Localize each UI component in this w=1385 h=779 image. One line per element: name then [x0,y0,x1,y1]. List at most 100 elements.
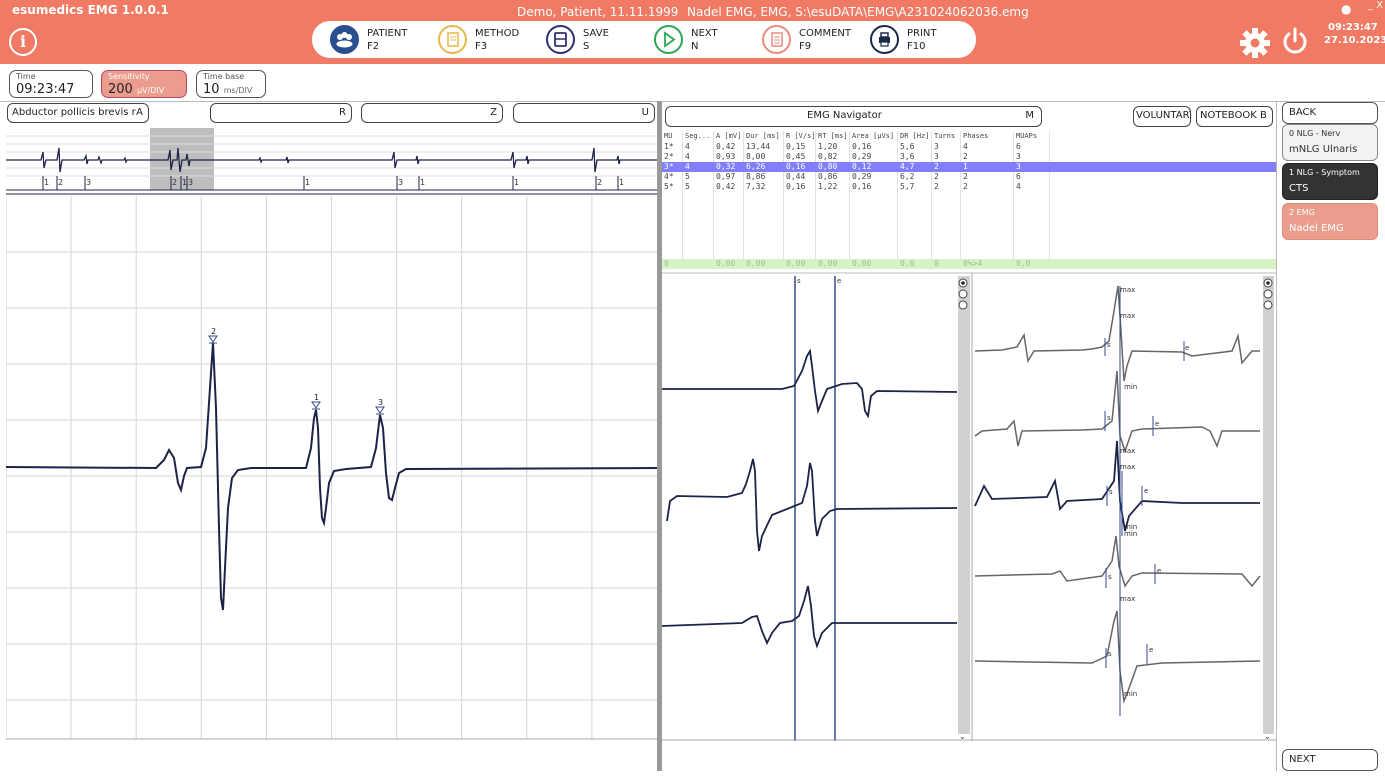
scrollbar-left[interactable] [958,276,970,734]
comment-button[interactable]: COMMENT F9 [762,25,862,55]
gear-icon[interactable] [1239,27,1271,59]
table-row[interactable]: 5* 5 0,42 7,32 0,16 1,22 0,16 5,7 2 2 4 [662,182,1276,192]
table-cell: 4 [963,142,968,151]
summary-cell: 0,0 [900,259,915,268]
summary-cell: 0 [664,259,669,268]
overview-strip[interactable]: 123213131121 [6,128,657,195]
table-cell: 6,2 [900,172,915,181]
channel-select-a[interactable]: Abductor pollicis brevis rA [7,103,149,123]
emg-navigator-select[interactable]: EMG Navigator M [665,106,1042,127]
voluntary-button[interactable]: VOLUNTARY [1133,106,1191,127]
scrollbar-right[interactable] [1263,276,1274,734]
table-header-cell[interactable]: RT [ms] [818,131,848,141]
emg-display[interactable]: 123213131121 213 [6,128,657,771]
table-header-cell[interactable]: DR [Hz] [900,131,930,141]
overview-mark: 1 [619,178,624,187]
table-cell: 0,97 [716,172,736,181]
summary-cell: 0,00 [716,259,736,268]
command-bar: PATIENT F2 METHOD F3 SAVE S NEXT N COMMENT F9… [312,21,976,58]
table-cell: 7,32 [746,182,766,191]
channel-select-u[interactable]: U [513,103,655,123]
table-header-cell[interactable]: Seg... [685,131,710,141]
overview-mark: 2 [172,178,177,187]
table-header-cell[interactable]: MU [664,131,672,141]
overview-mark: 1 [44,178,49,187]
next-button[interactable]: NEXT [1282,749,1378,771]
time-base-control[interactable]: Time base 10 ms/DIV [196,70,266,98]
method-button[interactable]: METHOD F3 [438,25,533,55]
table-header-cell[interactable]: A [mV] [716,131,741,141]
table-header-cell[interactable]: Dur [ms] [746,131,780,141]
peak-marker-icon[interactable] [208,335,218,344]
peak-marker-icon[interactable] [375,406,385,415]
s-label: s [1108,650,1112,658]
table-cell: 0,16 [852,182,872,191]
table-cell: 0,42 [716,142,736,151]
step-emg[interactable]: 2 EMG Nadel EMG [1282,203,1378,240]
summary-cell: 0,0 [1016,259,1031,268]
table-header-cell[interactable]: MUAPs [1016,131,1037,141]
table-cell: 0,45 [786,152,806,161]
table-header-cell[interactable]: Phases [963,131,988,141]
table-cell: 13,44 [746,142,771,151]
clock-date: 27.10.2023 [1324,35,1385,46]
table-header-cell[interactable]: Turns [934,131,955,141]
step-symptom[interactable]: 1 NLG - Symptom CTS [1282,163,1378,200]
table-cell: 5* [664,182,674,191]
radio-group-right[interactable] [1263,278,1273,310]
table-header-cell[interactable]: R [V/s] [786,131,816,141]
table-cell: 5 [685,172,690,181]
mu-table[interactable]: MU Seg... A [mV] Dur [ms] R [V/s] RT [ms] Area… [662,131,1276,270]
s-label: s [1108,573,1112,581]
cursor-s-label: s [797,277,801,285]
table-cell: 0,32 [716,162,736,171]
table-header-cell[interactable]: Area [µVs] [852,131,894,141]
table-cell: 3 [934,142,939,151]
e-label: e [1144,487,1148,495]
next-command-button[interactable]: NEXT N [654,25,749,55]
table-cell: 1 [963,162,968,171]
muap-display[interactable]: s e ⌄ max max min max max min min max mi… [662,271,1276,741]
overview-mark: 2 [597,178,602,187]
table-row[interactable]: 4* 5 0,97 8,86 0,44 0,86 0,29 6,2 2 2 6 [662,172,1276,182]
min-label: min [1124,690,1137,698]
peak-mark-label: 2 [211,327,216,336]
s-label: s [1107,414,1111,422]
max-label: max [1120,595,1135,603]
notebook-button[interactable]: NOTEBOOK B [1196,106,1273,127]
user-icon[interactable]: ● [1341,2,1351,16]
minimize-button[interactable]: _ X [1368,0,1383,11]
back-button[interactable]: BACK [1282,102,1378,124]
table-row[interactable]: 1* 4 0,42 13,44 0,15 1,20 0,16 5,6 3 4 6 [662,142,1276,152]
channel-select-r[interactable]: R [210,103,352,123]
table-cell: 2 [963,172,968,181]
table-cell: 0,29 [852,152,872,161]
min-label: min [1124,530,1137,538]
radio-group-left[interactable] [958,278,968,310]
table-cell: 3 [1016,162,1021,171]
clock-time: 09:23:47 [1328,22,1378,33]
table-cell: 5,7 [900,182,915,191]
peak-marker-icon[interactable] [311,401,321,410]
comment-icon [762,25,791,54]
overview-mark: 3 [86,178,91,187]
save-button[interactable]: SAVE S [546,25,641,55]
overview-mark: 3 [188,178,193,187]
channel-select-z[interactable]: Z [361,103,503,123]
patient-button[interactable]: PATIENT F2 [330,25,425,55]
close-button[interactable]: X [1376,0,1383,11]
print-button[interactable]: PRINT F10 [870,25,965,55]
table-cell: 4 [685,142,690,151]
table-cell: 6,26 [746,162,766,171]
table-cell: 1,20 [818,142,838,151]
table-row[interactable]: 2* 4 0,93 8,00 0,45 0,82 0,29 3,6 3 2 3 [662,152,1276,162]
table-cell: 8,00 [746,152,766,161]
table-row[interactable]: 3* 4 0,32 6,26 0,16 0,80 0,12 4,7 2 1 3 [662,162,1276,172]
table-cell: 1* [664,142,674,151]
table-header: MU Seg... A [mV] Dur [ms] R [V/s] RT [ms] Area… [662,131,1276,141]
power-icon[interactable] [1281,27,1309,57]
sensitivity-control[interactable]: Sensitivity 200 µV/DIV [101,70,187,98]
table-summary-row: 0 0,00 0,00 0,00 0,00 0,00 0,0 0 0%>4 0,0 [662,259,1276,269]
info-icon[interactable]: i [9,28,37,56]
step-nerve[interactable]: 0 NLG - Nerv mNLG Ulnaris [1282,124,1378,161]
